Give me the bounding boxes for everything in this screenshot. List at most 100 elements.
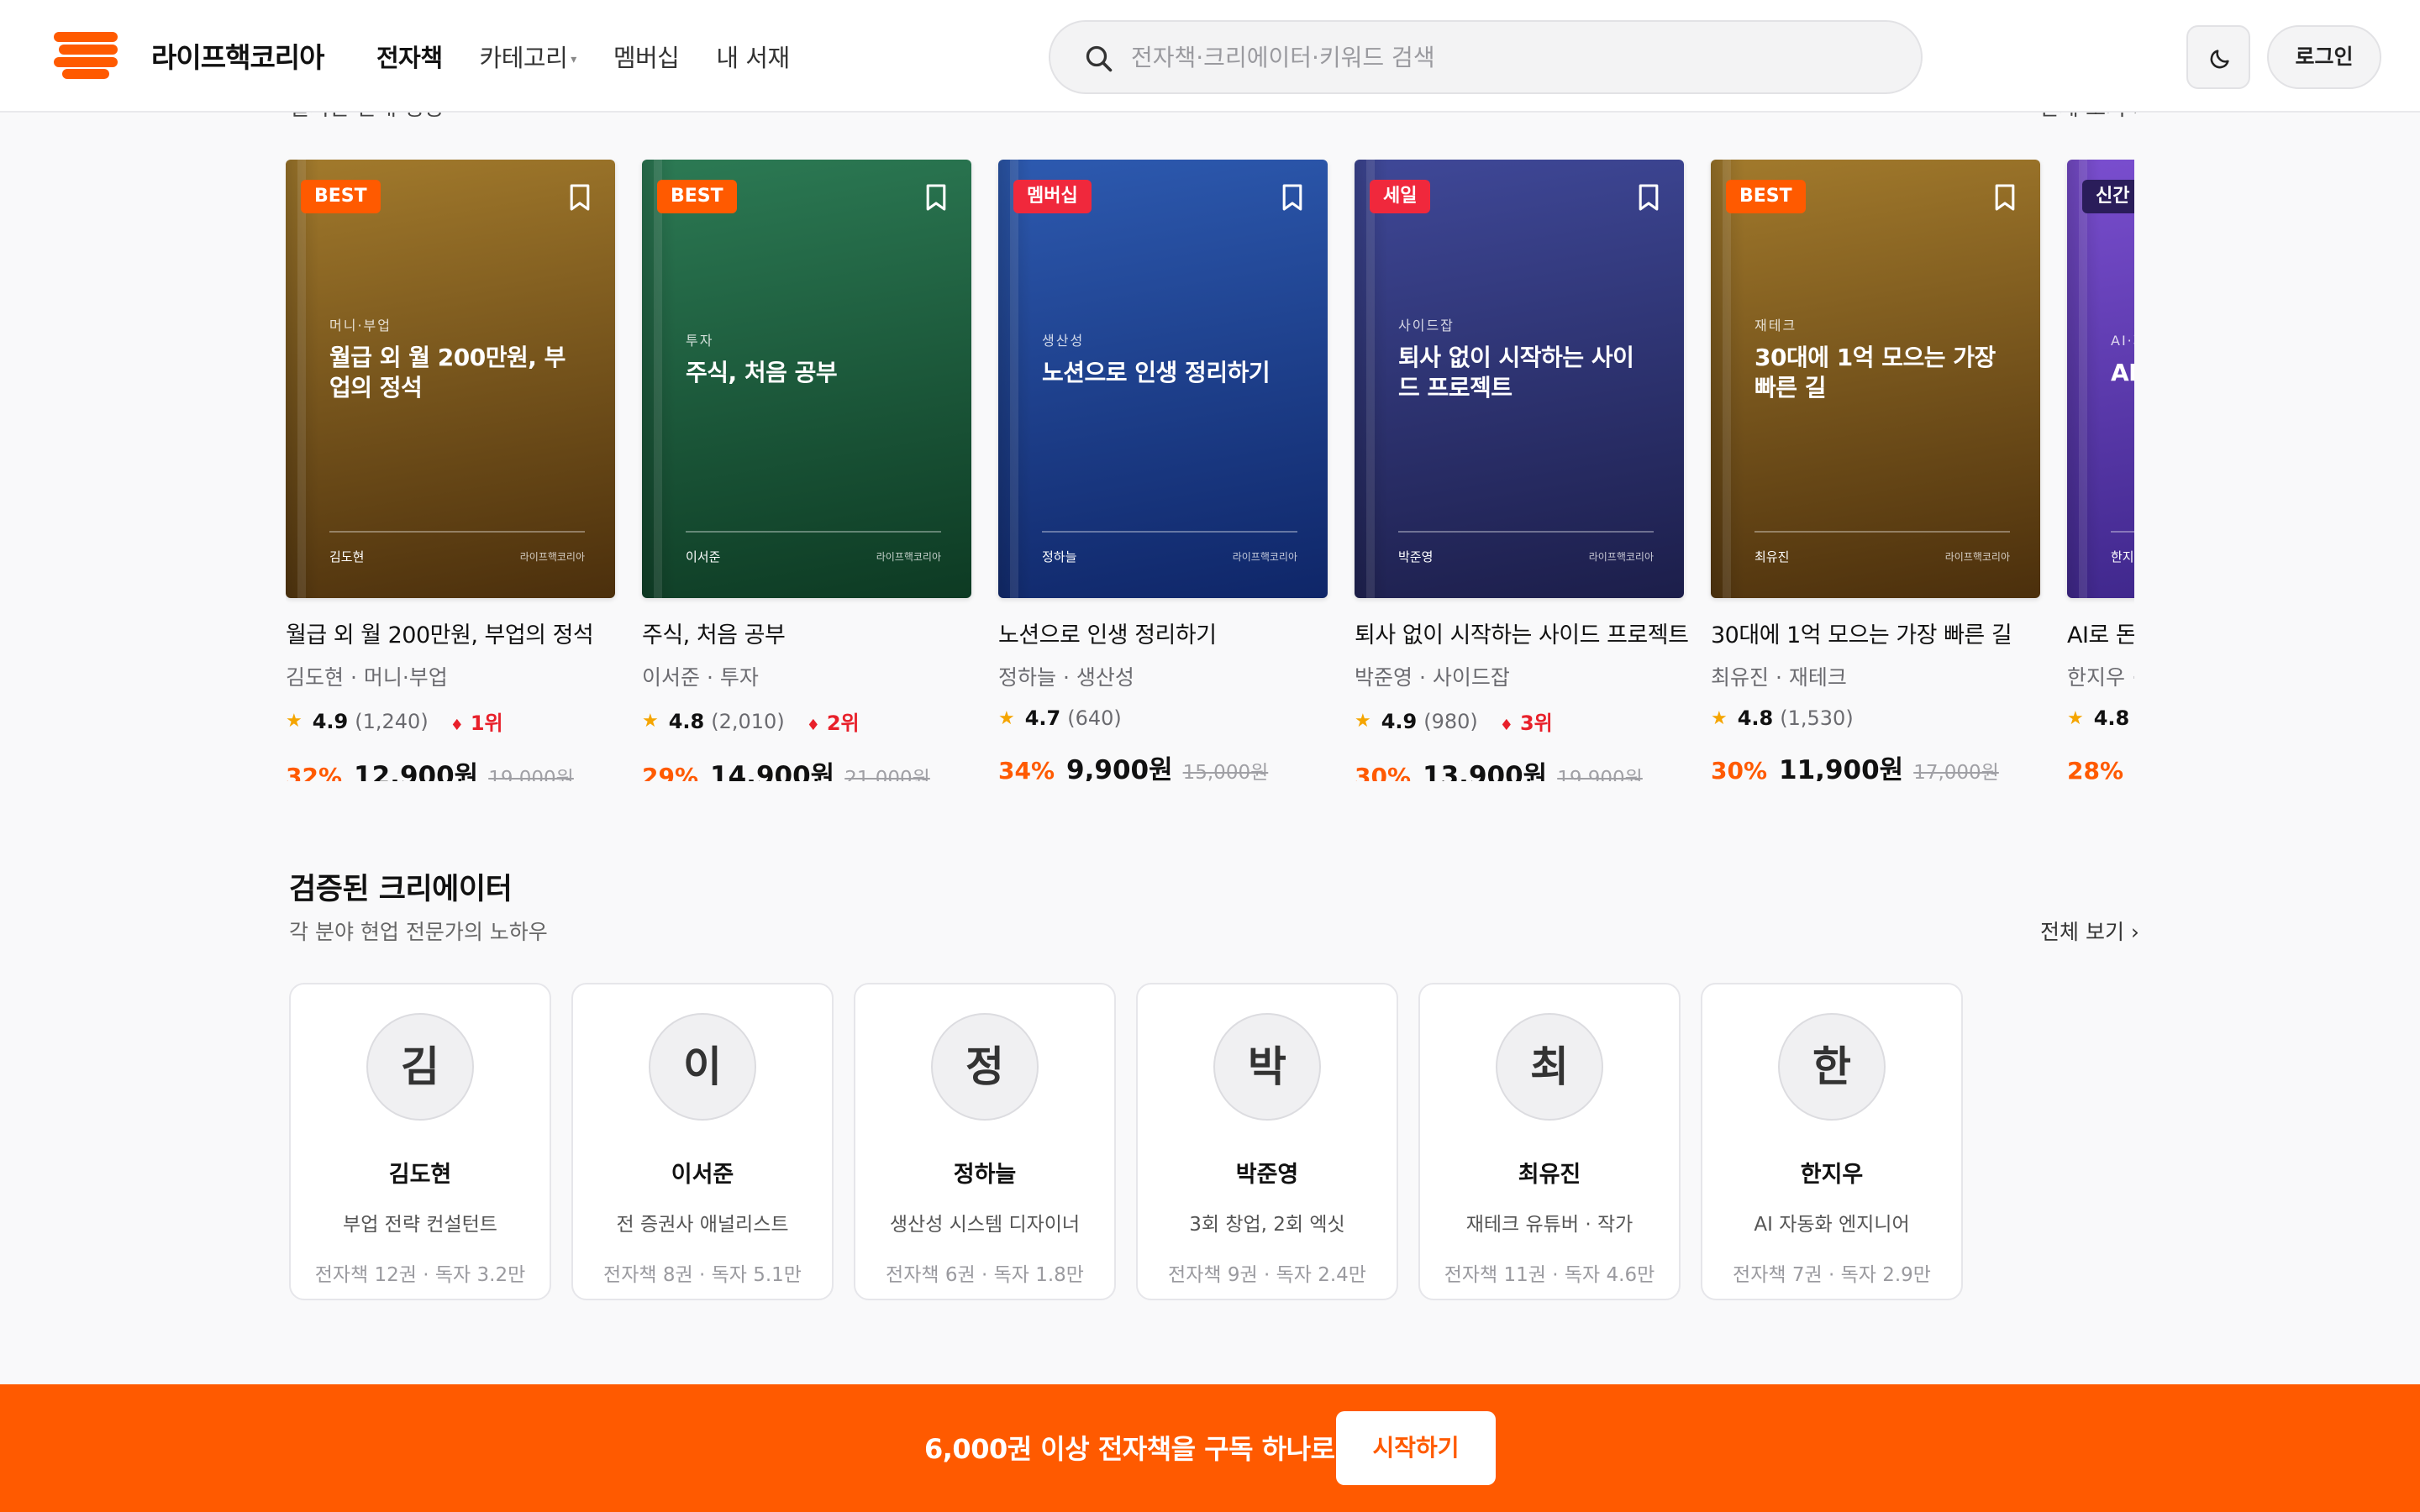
creator-role: 생산성 시스템 디자이너 — [889, 1214, 1081, 1236]
book-price: 32% 12,900원 19,000원 — [286, 754, 615, 781]
cover-category: AI·자동화 — [2111, 333, 2134, 349]
original-price: 15,000원 — [1182, 762, 1269, 781]
book-cover[interactable]: 멤버십 생산성 노션으로 인생 정리하기 정하늘 라이프핵코리아 — [998, 160, 1328, 598]
login-button[interactable]: 로그인 — [2267, 25, 2381, 89]
nav-item-my-library[interactable]: 내 서재 — [716, 39, 790, 74]
creator-card[interactable]: 박 박준영 3회 창업, 2회 엑싯 전자책 9권 · 독자 2.4만 — [1136, 983, 1398, 1300]
main-nav: 전자책 카테고리 ▾ 멤버십 내 서재 — [376, 39, 790, 74]
logo-icon[interactable] — [54, 32, 118, 79]
bookmark-icon[interactable] — [924, 183, 948, 212]
cover-category: 투자 — [686, 333, 714, 349]
cover-spine — [654, 160, 662, 598]
subscription-banner: 6,000권 이상 전자책을 구독 하나로 시작하기 — [0, 1384, 2420, 1512]
book-author-category: 최유진 · 재테크 — [1711, 665, 1847, 690]
cover-publisher: 라이프핵코리아 — [1944, 551, 2010, 563]
cover-divider — [1398, 531, 1654, 533]
cover-spine — [2079, 160, 2087, 598]
discount-rate: 28% — [2067, 757, 2124, 781]
bookmark-icon[interactable] — [1993, 183, 2017, 212]
book-title[interactable]: 30대에 1억 모으는 가장 빠른 길 — [1711, 617, 2040, 649]
creator-role: AI 자동화 엔지니어 — [1754, 1214, 1910, 1236]
cover-spine — [297, 160, 306, 598]
search-icon — [1086, 45, 1113, 72]
cover-category: 생산성 — [1042, 333, 1085, 349]
creators-view-all-link[interactable]: 전체 보기 › — [2040, 916, 2139, 946]
cover-author: 김도현 — [329, 549, 365, 564]
book-title[interactable]: 노션으로 인생 정리하기 — [998, 617, 1328, 649]
rating-value: 4.7 — [1024, 706, 1061, 730]
cover-spine — [1010, 160, 1018, 598]
start-button[interactable]: 시작하기 — [1336, 1411, 1496, 1485]
rating-value: 4.8 — [668, 709, 705, 733]
book-cover[interactable]: BEST 머니·부업 월급 외 월 200만원, 부업의 정석 김도현 라이프핵… — [286, 160, 615, 598]
search-bar[interactable] — [1049, 20, 1923, 94]
creator-card[interactable]: 최 최유진 재테크 유튜버 · 작가 전자책 11권 · 독자 4.6만 — [1418, 983, 1681, 1300]
book-cover[interactable]: BEST 재테크 30대에 1억 모으는 가장 빠른 길 최유진 라이프핵코리아 — [1711, 160, 2040, 598]
cover-title: 퇴사 없이 시작하는 사이드 프로젝트 — [1398, 344, 1634, 402]
book-cover[interactable]: 신간 AI·자동화 AI로 돈 버는 자동화 한지우 라이프핵코리아 — [2067, 160, 2134, 598]
book-title[interactable]: 퇴사 없이 시작하는 사이드 프로젝트 — [1355, 617, 1689, 649]
cover-author: 최유진 — [1754, 549, 1790, 564]
avatar: 김 — [366, 1013, 474, 1121]
bookmark-icon[interactable] — [1637, 183, 1660, 212]
cover-divider — [1042, 531, 1297, 533]
cover-divider — [1754, 531, 2010, 533]
rank-label: 1위 — [470, 711, 503, 735]
flame-icon: ♦ — [1499, 717, 1513, 734]
search-input[interactable] — [1131, 39, 1887, 76]
discount-rate: 29% — [642, 763, 699, 781]
creator-name: 정하늘 — [953, 1162, 1017, 1188]
creator-card[interactable]: 이 이서준 전 증권사 애널리스트 전자책 8권 · 독자 5.1만 — [571, 983, 834, 1300]
book-cover[interactable]: 세일 사이드잡 퇴사 없이 시작하는 사이드 프로젝트 박준영 라이프핵코리아 — [1355, 160, 1684, 598]
bookmark-icon[interactable] — [568, 183, 592, 212]
avatar: 박 — [1213, 1013, 1321, 1121]
cover-publisher: 라이프핵코리아 — [876, 551, 941, 563]
brand-name[interactable]: 라이프핵코리아 — [151, 35, 325, 76]
book-title[interactable]: 월급 외 월 200만원, 부업의 정석 — [286, 617, 615, 649]
discount-rate: 30% — [1711, 757, 1768, 781]
book-card[interactable]: BEST 머니·부업 월급 외 월 200만원, 부업의 정석 김도현 라이프핵… — [286, 160, 615, 781]
book-card[interactable]: 세일 사이드잡 퇴사 없이 시작하는 사이드 프로젝트 박준영 라이프핵코리아 … — [1355, 160, 1689, 781]
book-badge: BEST — [1726, 180, 1806, 213]
sale-price: 9,900원 — [1066, 755, 1173, 781]
nav-item-ebooks[interactable]: 전자책 — [376, 39, 443, 74]
cover-category: 재테크 — [1754, 318, 1797, 333]
book-card[interactable]: BEST 투자 주식, 처음 공부 이서준 라이프핵코리아 주식, 처음 공부 … — [642, 160, 971, 781]
star-icon: ★ — [642, 711, 659, 732]
sale-price: 14,900원 — [710, 761, 835, 781]
book-rating: ★ 4.8 (1,530) — [1711, 706, 2040, 730]
book-card[interactable]: BEST 재테크 30대에 1억 모으는 가장 빠른 길 최유진 라이프핵코리아… — [1711, 160, 2040, 781]
flame-icon: ♦ — [806, 717, 820, 734]
book-card[interactable]: 신간 AI·자동화 AI로 돈 버는 자동화 한지우 라이프핵코리아 AI로 돈… — [2067, 160, 2134, 781]
cover-publisher: 라이프핵코리아 — [1232, 551, 1297, 563]
rank-label: 2위 — [826, 711, 860, 735]
book-title[interactable]: AI로 돈 버는 자동화 — [2067, 617, 2134, 649]
book-rating: ★ 4.9 (980) ♦ 3위 — [1355, 706, 1684, 736]
book-author-category: 이서준 · 투자 — [642, 665, 759, 690]
nav-item-membership[interactable]: 멤버십 — [613, 39, 680, 74]
sale-price: 12,900원 — [354, 761, 479, 781]
book-card[interactable]: 멤버십 생산성 노션으로 인생 정리하기 정하늘 라이프핵코리아 노션으로 인생… — [998, 160, 1328, 781]
rating-count: (1,530) — [1780, 706, 1854, 730]
creator-stats: 전자책 12권 · 독자 3.2만 — [314, 1264, 526, 1286]
original-price: 21,000원 — [844, 768, 930, 781]
book-title[interactable]: 주식, 처음 공부 — [642, 617, 971, 649]
cover-category: 사이드잡 — [1398, 318, 1455, 333]
book-rating: ★ 4.8 (2,010) ♦ 2위 — [642, 706, 971, 736]
book-cover[interactable]: BEST 투자 주식, 처음 공부 이서준 라이프핵코리아 — [642, 160, 971, 598]
nav-item-category[interactable]: 카테고리 ▾ — [480, 39, 577, 74]
creator-card[interactable]: 정 정하늘 생산성 시스템 디자이너 전자책 6권 · 독자 1.8만 — [854, 983, 1116, 1300]
bookmark-icon[interactable] — [1281, 183, 1304, 212]
cover-author: 박준영 — [1398, 549, 1434, 564]
creator-role: 재테크 유튜버 · 작가 — [1465, 1214, 1634, 1236]
theme-toggle-button[interactable] — [2186, 25, 2250, 89]
creator-card[interactable]: 김 김도현 부업 전략 컨설턴트 전자책 12권 · 독자 3.2만 — [289, 983, 551, 1300]
creator-role: 전 증권사 애널리스트 — [616, 1214, 789, 1236]
creator-name: 이서준 — [671, 1162, 734, 1188]
book-badge: 신간 — [2082, 180, 2134, 213]
creator-card[interactable]: 한 한지우 AI 자동화 엔지니어 전자책 7권 · 독자 2.9만 — [1701, 983, 1963, 1300]
star-icon: ★ — [1711, 707, 1728, 729]
cover-divider — [2111, 531, 2134, 533]
book-price: 34% 9,900원 15,000원 — [998, 748, 1328, 781]
book-rating: ★ 4.8 (720) — [2067, 706, 2134, 730]
